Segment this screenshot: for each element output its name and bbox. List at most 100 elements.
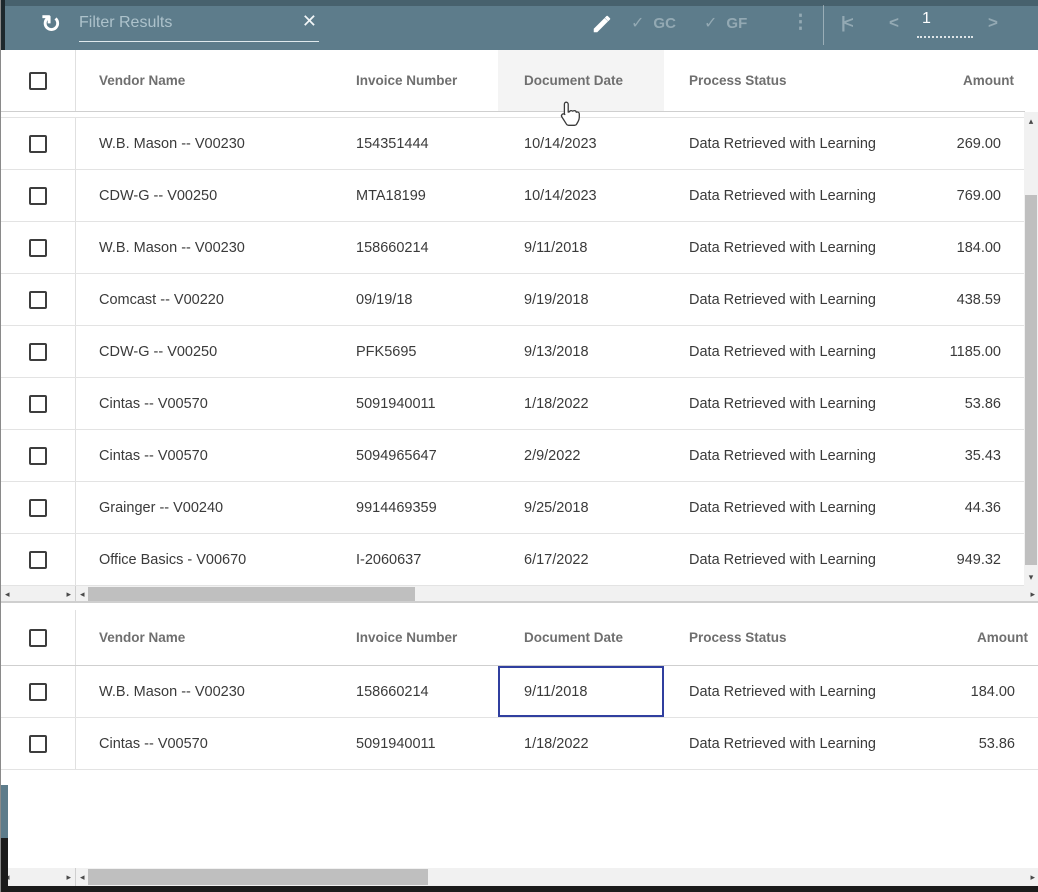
cell-status[interactable]: Data Retrieved with Learning	[664, 666, 881, 717]
scroll-right-icon[interactable]: ▸	[66, 868, 71, 886]
scroll-right-icon[interactable]: ▸	[1030, 586, 1035, 602]
frozen-column-scrollbar[interactable]: ◂ ▸	[1, 868, 76, 886]
cell-date[interactable]: 10/14/2023	[498, 170, 664, 221]
cell-amount[interactable]: 184.00	[881, 222, 1025, 273]
table-row[interactable]: W.B. Mason -- V002301586602149/11/2018Da…	[1, 666, 1038, 718]
next-page-button[interactable]: >	[988, 13, 996, 33]
scroll-left-icon[interactable]: ◂	[5, 586, 10, 602]
row-checkbox[interactable]	[29, 499, 47, 517]
column-header-invoice[interactable]: Invoice Number	[333, 630, 498, 645]
table-row[interactable]: Grainger -- V0024099144693599/25/2018Dat…	[1, 482, 1025, 534]
table-row[interactable]: CDW-G -- V00250MTA1819910/14/2023Data Re…	[1, 170, 1025, 222]
cell-invoice[interactable]: 158660214	[333, 666, 498, 717]
cell-vendor[interactable]: W.B. Mason -- V00230	[76, 118, 333, 169]
horizontal-scrollbar-thumb[interactable]	[88, 869, 428, 885]
column-header-date[interactable]: Document Date	[498, 50, 664, 111]
cell-vendor[interactable]: Grainger -- V00240	[76, 482, 333, 533]
cell-invoice[interactable]: 5091940011	[333, 718, 498, 769]
cell-amount[interactable]: 1185.00	[881, 326, 1025, 377]
cell-invoice[interactable]: MTA18199	[333, 170, 498, 221]
cell-amount[interactable]: 184.00	[881, 666, 1038, 717]
frozen-column-scrollbar[interactable]: ◂ ▸	[1, 586, 76, 602]
cell-amount[interactable]: 35.43	[881, 430, 1025, 481]
gf-button[interactable]: ✓ GF	[704, 13, 747, 33]
cell-status[interactable]: Data Retrieved with Learning	[664, 378, 881, 429]
cell-date[interactable]: 9/13/2018	[498, 326, 664, 377]
table-row[interactable]: Cintas -- V0057050949656472/9/2022Data R…	[1, 430, 1025, 482]
main-scrollbar[interactable]: ◂ ▸	[76, 586, 1038, 602]
cell-status[interactable]: Data Retrieved with Learning	[664, 482, 881, 533]
cell-status[interactable]: Data Retrieved with Learning	[664, 534, 881, 585]
cell-invoice[interactable]: 154351444	[333, 118, 498, 169]
cell-status[interactable]: Data Retrieved with Learning	[664, 718, 881, 769]
cell-status[interactable]: Data Retrieved with Learning	[664, 274, 881, 325]
table-row[interactable]: W.B. Mason -- V002301586602149/11/2018Da…	[1, 222, 1025, 274]
clear-filter-icon[interactable]: ✕	[302, 11, 317, 32]
cell-invoice[interactable]: 158660214	[333, 222, 498, 273]
cell-invoice[interactable]: 09/19/18	[333, 274, 498, 325]
cell-amount[interactable]: 269.00	[881, 118, 1025, 169]
cell-status[interactable]: Data Retrieved with Learning	[664, 430, 881, 481]
filter-input[interactable]	[79, 8, 279, 38]
cell-amount[interactable]: 769.00	[881, 170, 1025, 221]
row-checkbox[interactable]	[29, 239, 47, 257]
gc-button[interactable]: ✓ GC	[631, 13, 676, 33]
table-row[interactable]: CDW-G -- V00250PFK56959/13/2018Data Retr…	[1, 326, 1025, 378]
cell-invoice[interactable]: PFK5695	[333, 326, 498, 377]
table-row[interactable]: W.B. Mason -- V0023015435144410/14/2023D…	[1, 118, 1025, 170]
row-checkbox[interactable]	[29, 551, 47, 569]
cell-date[interactable]: 9/19/2018	[498, 274, 664, 325]
column-header-amount[interactable]: Amount	[881, 630, 1038, 645]
prev-page-button[interactable]: <	[889, 13, 897, 33]
row-checkbox[interactable]	[29, 187, 47, 205]
cell-amount[interactable]: 53.86	[881, 718, 1038, 769]
cell-vendor[interactable]: Office Basics - V00670	[76, 534, 333, 585]
column-header-invoice[interactable]: Invoice Number	[333, 73, 498, 88]
edit-icon[interactable]	[591, 13, 613, 40]
cell-date[interactable]: 9/11/2018	[498, 222, 664, 273]
scroll-up-icon[interactable]: ▴	[1024, 114, 1038, 128]
scroll-down-icon[interactable]: ▾	[1024, 570, 1038, 584]
cell-vendor[interactable]: W.B. Mason -- V00230	[76, 666, 333, 717]
column-header-vendor[interactable]: Vendor Name	[76, 630, 333, 645]
cell-vendor[interactable]: W.B. Mason -- V00230	[76, 222, 333, 273]
row-checkbox[interactable]	[29, 135, 47, 153]
cell-status[interactable]: Data Retrieved with Learning	[664, 326, 881, 377]
scroll-right-icon[interactable]: ▸	[66, 586, 71, 602]
horizontal-scrollbar-thumb[interactable]	[88, 587, 415, 601]
cell-date[interactable]: 9/25/2018	[498, 482, 664, 533]
page-number-input[interactable]: 1	[917, 10, 973, 38]
horizontal-scrollbar-top[interactable]: ◂ ▸ ◂ ▸	[1, 586, 1038, 602]
column-header-vendor[interactable]: Vendor Name	[76, 73, 333, 88]
cell-invoice[interactable]: 5091940011	[333, 378, 498, 429]
cell-amount[interactable]: 438.59	[881, 274, 1025, 325]
cell-amount[interactable]: 949.32	[881, 534, 1025, 585]
cell-vendor[interactable]: Cintas -- V00570	[76, 718, 333, 769]
cell-vendor[interactable]: CDW-G -- V00250	[76, 326, 333, 377]
main-scrollbar[interactable]: ◂ ▸	[76, 868, 1038, 886]
cell-vendor[interactable]: Cintas -- V00570	[76, 378, 333, 429]
cell-status[interactable]: Data Retrieved with Learning	[664, 118, 881, 169]
select-all-checkbox[interactable]	[29, 629, 47, 647]
cell-status[interactable]: Data Retrieved with Learning	[664, 170, 881, 221]
row-checkbox[interactable]	[29, 395, 47, 413]
cell-date[interactable]: 9/11/2018	[498, 666, 664, 717]
vertical-scrollbar[interactable]: ▴ ▾	[1024, 112, 1038, 586]
select-all-checkbox[interactable]	[29, 72, 47, 90]
refresh-button[interactable]: ↻	[37, 9, 65, 41]
cell-date[interactable]: 1/18/2022	[498, 718, 664, 769]
cell-date[interactable]: 2/9/2022	[498, 430, 664, 481]
cell-invoice[interactable]: 9914469359	[333, 482, 498, 533]
column-header-status[interactable]: Process Status	[664, 630, 881, 645]
cell-vendor[interactable]: CDW-G -- V00250	[76, 170, 333, 221]
cell-vendor[interactable]: Comcast -- V00220	[76, 274, 333, 325]
scroll-left-icon[interactable]: ◂	[80, 868, 85, 886]
cell-invoice[interactable]: 5094965647	[333, 430, 498, 481]
row-checkbox[interactable]	[29, 291, 47, 309]
row-checkbox[interactable]	[29, 683, 47, 701]
row-checkbox[interactable]	[29, 343, 47, 361]
scroll-left-icon[interactable]: ◂	[80, 586, 85, 602]
cell-invoice[interactable]: I-2060637	[333, 534, 498, 585]
vertical-scrollbar-thumb[interactable]	[1025, 195, 1037, 565]
row-checkbox[interactable]	[29, 735, 47, 753]
